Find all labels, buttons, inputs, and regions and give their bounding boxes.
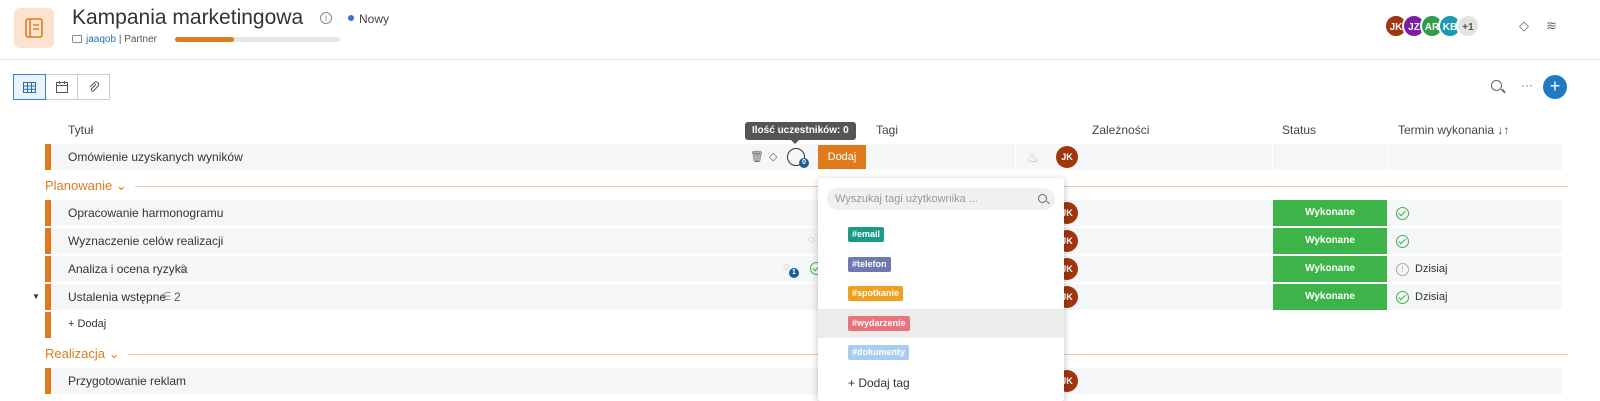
priority-bar (45, 200, 51, 226)
done-check-icon (1396, 291, 1409, 304)
cell-separator (1015, 144, 1016, 170)
layers-icon[interactable]: ≋ (1546, 18, 1557, 34)
section-divider (135, 186, 818, 187)
tag-pill: #dokumenty (848, 345, 910, 360)
table-row[interactable]: Wyznaczenie celów realizacji ◌ JK Wykona… (45, 228, 1562, 254)
project-progress (175, 37, 340, 42)
owner-link[interactable]: jaaqob (86, 34, 116, 45)
priority-bar (45, 144, 51, 170)
project-icon (14, 8, 54, 48)
table-row[interactable]: Ustalenia wstępne ⋲ 2 JK Wykonane Dzisia… (45, 284, 1562, 310)
table-row[interactable]: Analiza i ocena ryzyka ◇ ◌ 1 JK Wykonane… (45, 256, 1562, 282)
due-date[interactable]: Dzisiaj (1415, 263, 1447, 275)
priority-bar (45, 284, 51, 310)
table-view-button[interactable] (13, 74, 46, 100)
progress-fill (175, 37, 235, 42)
tag-option-telefon[interactable]: #telefon (818, 250, 1064, 279)
participants-count: 0 (799, 158, 809, 168)
cell-separator (1272, 144, 1273, 170)
search-icon[interactable] (1038, 194, 1047, 203)
table-icon (23, 81, 36, 93)
assignee-avatar[interactable]: JK (1056, 146, 1078, 168)
project-header: Kampania marketingowa i Nowy jaaqob | Pa… (0, 0, 1600, 60)
attachments-view-button[interactable] (77, 74, 110, 100)
tag-option-email[interactable]: #email (818, 220, 1064, 249)
meta-separator: | (118, 34, 122, 45)
section-divider (1064, 354, 1568, 355)
priority-bar (45, 256, 51, 282)
done-check-icon (1396, 235, 1409, 248)
tag-option-dokumenty[interactable]: #dokumenty (818, 338, 1064, 367)
role-label: Partner (124, 34, 157, 45)
page-title: Kampania marketingowa (72, 6, 304, 29)
project-status[interactable]: Nowy (359, 12, 389, 26)
more-icon[interactable]: ··· (1521, 78, 1533, 92)
tag-option-wydarzenie[interactable]: #wydarzenie (818, 309, 1064, 338)
comment-icon[interactable]: ◌ (808, 234, 815, 246)
column-header-tags[interactable]: Tagi (876, 123, 898, 137)
tag-dropdown: #email #telefon #spotkanie #wydarzenie #… (818, 178, 1064, 401)
add-tag-button[interactable]: Dodaj (818, 145, 866, 169)
status-badge[interactable]: Wykonane (1273, 256, 1387, 282)
participants-tooltip: Ilość uczestników: 0 (745, 122, 856, 144)
section-header-realization[interactable]: Realizacja ⌄ (45, 346, 119, 362)
priority-bar (45, 312, 51, 338)
column-header-title[interactable]: Tytuł (68, 123, 93, 137)
task-title[interactable]: Omówienie uzyskanych wyników (68, 150, 243, 164)
subtasks-count[interactable]: 2 (174, 290, 181, 304)
search-icon[interactable] (1491, 80, 1502, 91)
diamond-icon[interactable]: ◇ (1519, 18, 1529, 34)
add-new-tag-button[interactable]: + Dodaj tag (848, 376, 910, 390)
more-members-avatar[interactable]: +1 (1456, 14, 1480, 38)
due-date[interactable]: Dzisiaj (1415, 291, 1447, 303)
status-dot (348, 15, 354, 21)
calendar-icon (55, 81, 68, 93)
calendar-view-button[interactable] (45, 74, 78, 100)
paperclip-icon (89, 81, 99, 92)
trash-icon[interactable]: 🗑 (750, 150, 764, 163)
priority-bar (45, 368, 51, 394)
priority-flame-icon[interactable]: ♨ (1027, 149, 1040, 166)
cell-separator (1387, 144, 1388, 170)
table-row[interactable]: Opracowanie harmonogramu JK Wykonane (45, 200, 1562, 226)
priority-bar (45, 228, 51, 254)
notebook-icon (25, 18, 43, 38)
task-title[interactable]: Opracowanie harmonogramu (68, 206, 223, 220)
section-divider (128, 354, 818, 355)
warning-icon: ! (1396, 263, 1409, 276)
table-row[interactable]: Omówienie uzyskanych wyników 🗑 ◇ 0 ♨ JK (45, 144, 1562, 170)
tag-pill: #wydarzenie (848, 316, 910, 331)
info-icon[interactable]: i (320, 12, 332, 24)
milestone-diamond-icon: ◇ (179, 262, 188, 274)
column-header-dependencies[interactable]: Zależności (1092, 123, 1149, 137)
status-badge[interactable]: Wykonane (1273, 228, 1387, 254)
task-title[interactable]: Wyznaczenie celów realizacji (68, 234, 223, 248)
tag-pill: #spotkanie (848, 286, 904, 301)
project-meta: jaaqob | Partner (72, 34, 157, 45)
status-badge[interactable]: Wykonane (1273, 200, 1387, 226)
diamond-icon[interactable]: ◇ (769, 150, 777, 163)
table-row[interactable]: Przygotowanie reklam JK (45, 368, 1562, 394)
task-title[interactable]: Przygotowanie reklam (68, 374, 186, 388)
add-task-button[interactable]: + (1543, 75, 1567, 99)
add-task-link[interactable]: + Dodaj (68, 318, 106, 330)
add-row[interactable]: + Dodaj (45, 312, 1562, 338)
tag-icon (72, 35, 82, 43)
task-title[interactable]: Ustalenia wstępne (68, 290, 166, 304)
section-divider (1064, 186, 1568, 187)
tag-pill: #email (848, 227, 885, 242)
tag-option-spotkanie[interactable]: #spotkanie (818, 279, 1064, 308)
tag-search-input[interactable] (827, 188, 1055, 210)
column-header-due-date[interactable]: Termin wykonania ↓↑ (1398, 123, 1509, 137)
collapse-caret-icon[interactable]: ▼ (32, 292, 40, 301)
done-check-icon (1396, 207, 1409, 220)
task-title[interactable]: Analiza i ocena ryzyka (68, 262, 187, 276)
view-switcher (13, 74, 110, 100)
subtasks-icon: ⋲ (160, 291, 171, 303)
section-header-planning[interactable]: Planowanie ⌄ (45, 178, 127, 194)
column-header-status[interactable]: Status (1282, 123, 1316, 137)
status-badge[interactable]: Wykonane (1273, 284, 1387, 310)
tag-pill: #telefon (848, 257, 891, 272)
comment-count: 1 (789, 268, 799, 278)
